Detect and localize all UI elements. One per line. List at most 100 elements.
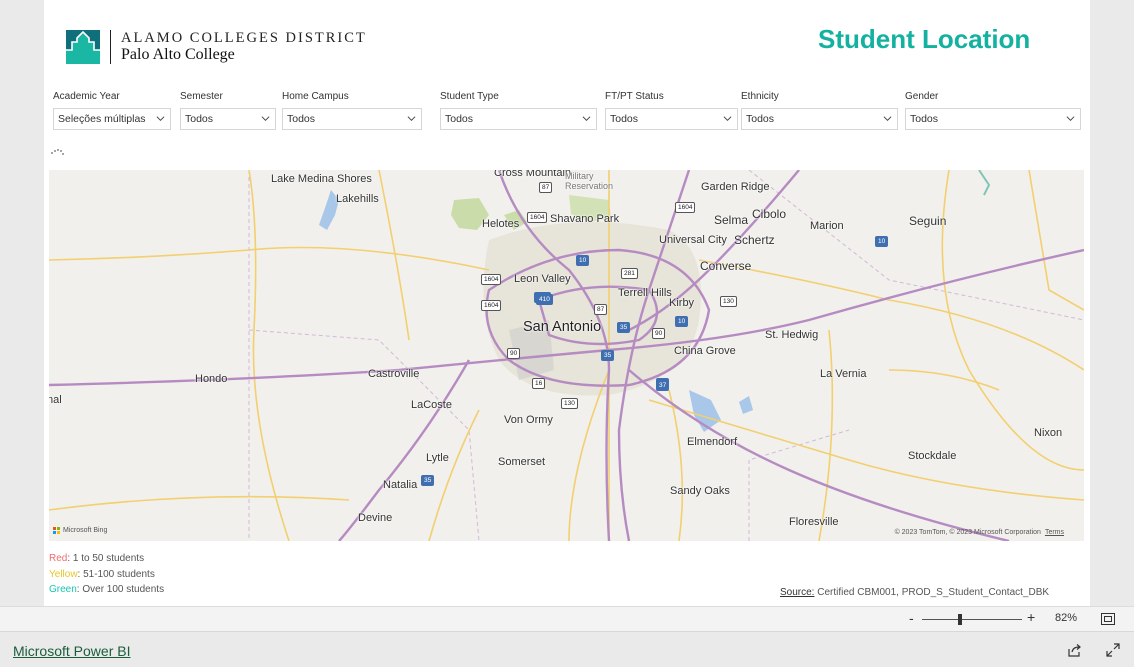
zoom-slider-track[interactable] [922, 619, 1022, 620]
zoom-slider-thumb[interactable] [957, 614, 962, 625]
filter-label: Home Campus [282, 91, 349, 102]
bing-label: Microsoft Bing [63, 527, 108, 534]
highway-shield: 281 [621, 268, 638, 279]
map-label-somerset: Somerset [498, 456, 546, 468]
share-icon[interactable] [1067, 643, 1082, 658]
map-label-converse: Converse [700, 259, 752, 273]
legend-yellow-text: : 51-100 students [77, 568, 155, 580]
fit-to-page-icon[interactable] [1101, 613, 1115, 625]
map-label-la-vernia: La Vernia [820, 368, 867, 380]
filter-label: Semester [180, 91, 223, 102]
chevron-down-icon [1066, 116, 1075, 122]
map-label-selma: Selma [714, 213, 749, 227]
alamo-logo-icon [66, 30, 100, 64]
page-title: Student Location [818, 24, 1031, 54]
highway-shield: 37 [656, 380, 670, 391]
filter-student-type: Student Type Todos [440, 90, 597, 130]
map-label-sandy-oaks: Sandy Oaks [670, 485, 730, 497]
map-label-seguin: Seguin [909, 214, 947, 228]
report-canvas: ALAMO COLLEGES DISTRICT Palo Alto Colleg… [44, 0, 1090, 606]
legend-green-label: Green [49, 584, 77, 595]
gender-dropdown[interactable]: Todos [905, 108, 1081, 130]
map-label-garden-ridge: Garden Ridge [701, 181, 770, 193]
filter-value: Seleções múltiplas [58, 113, 146, 125]
highway-shield: 410 [536, 294, 553, 305]
filter-label: Academic Year [53, 91, 120, 102]
bing-logo: Microsoft Bing [53, 527, 107, 534]
legend-row-red: Red: 1 to 50 students [49, 551, 164, 567]
highway-shield: 1604 [675, 202, 696, 213]
data-source-note: Source: Certified CBM001, PROD_S_Student… [780, 587, 1049, 598]
filter-label: Student Type [440, 91, 499, 102]
map-label-schertz: Schertz [734, 233, 775, 247]
map-label-kirby: Kirby [669, 297, 695, 309]
map-label-nixon: Nixon [1034, 427, 1063, 439]
source-text: Certified CBM001, PROD_S_Student_Contact… [814, 587, 1050, 598]
zoom-in-button[interactable]: + [1027, 609, 1035, 625]
highway-shield: 16 [532, 378, 546, 389]
semester-dropdown[interactable]: Todos [180, 108, 276, 130]
filter-value: Todos [910, 113, 939, 125]
chevron-down-icon [883, 116, 892, 122]
map-label-universal-city: Universal City [659, 234, 727, 246]
map-label-shavano-park: Shavano Park [550, 213, 620, 225]
zoom-bar: - + 82% [0, 606, 1134, 631]
zoom-out-button[interactable]: - [909, 610, 914, 626]
map-label-san-antonio: San Antonio [523, 319, 602, 335]
highway-shield: 1604 [527, 212, 548, 223]
student-type-dropdown[interactable]: Todos [440, 108, 597, 130]
map-label-terrell-hills: Terrell Hills [618, 287, 672, 299]
map-label-elmendorf: Elmendorf [687, 436, 738, 448]
map-label-floresville: Floresville [789, 516, 839, 528]
map-label-natalia: Natalia [383, 479, 418, 491]
map-copyright: © 2023 TomTom, © 2023 Microsoft Corporat… [895, 529, 1064, 536]
map-label-stockdale: Stockdale [908, 450, 957, 462]
chevron-down-icon [723, 116, 732, 122]
fullscreen-icon[interactable] [1106, 643, 1120, 657]
filter-gender: Gender Todos [905, 90, 1081, 130]
loading-dots-icon [51, 149, 64, 155]
highway-shield: 35 [421, 475, 435, 486]
home-campus-dropdown[interactable]: Todos [282, 108, 422, 130]
map-label-lacoste: LaCoste [411, 399, 452, 411]
ftpt-status-dropdown[interactable]: Todos [605, 108, 738, 130]
filter-ethnicity: Ethnicity Todos [741, 90, 898, 130]
chevron-down-icon [582, 116, 591, 122]
legend-row-yellow: Yellow: 51-100 students [49, 567, 164, 583]
map-label-lake-medina-shores: Lake Medina Shores [271, 173, 372, 185]
logo-divider [110, 30, 111, 64]
map-legend: Red: 1 to 50 students Yellow: 51-100 stu… [49, 551, 164, 598]
legend-row-green: Green: Over 100 students [49, 582, 164, 598]
chevron-down-icon [156, 116, 165, 122]
map-label-st-hedwig: St. Hedwig [765, 329, 819, 341]
highway-shield: 130 [720, 296, 737, 307]
highway-shield: 130 [561, 398, 578, 409]
highway-shield: 90 [507, 348, 521, 359]
student-location-map[interactable]: Cross Mountain Military Reservation Gard… [49, 170, 1084, 541]
map-label-military-reservation: Military Reservation [565, 171, 614, 191]
filter-value: Todos [746, 113, 775, 125]
map-terms-link[interactable]: Terms [1045, 529, 1064, 536]
filter-value: Todos [287, 113, 316, 125]
legend-red-text: : 1 to 50 students [67, 553, 145, 564]
filter-value: Todos [445, 113, 474, 125]
map-label-cibolo: Cibolo [752, 207, 787, 221]
filter-semester: Semester Todos [180, 90, 276, 130]
map-label-castroville: Castroville [368, 368, 420, 380]
map-label-left-edge: nal [49, 394, 62, 406]
legend-red-label: Red [49, 553, 68, 564]
map-label-hondo: Hondo [195, 373, 228, 385]
ethnicity-dropdown[interactable]: Todos [741, 108, 898, 130]
footer: Microsoft Power BI [0, 631, 1134, 667]
legend-green-text: : Over 100 students [76, 584, 165, 595]
power-bi-link[interactable]: Microsoft Power BI [13, 643, 130, 659]
map-label-leon-valley: Leon Valley [514, 273, 571, 285]
highway-shield: 90 [652, 328, 666, 339]
map-label-lytle: Lytle [426, 452, 449, 464]
academic-year-dropdown[interactable]: Seleções múltiplas [53, 108, 171, 130]
microsoft-logo-icon [53, 527, 60, 534]
filter-value: Todos [610, 113, 639, 125]
highway-shield: 87 [539, 182, 553, 193]
map-label-devine: Devine [358, 512, 393, 524]
logo-district-name: ALAMO COLLEGES DISTRICT [121, 30, 367, 46]
